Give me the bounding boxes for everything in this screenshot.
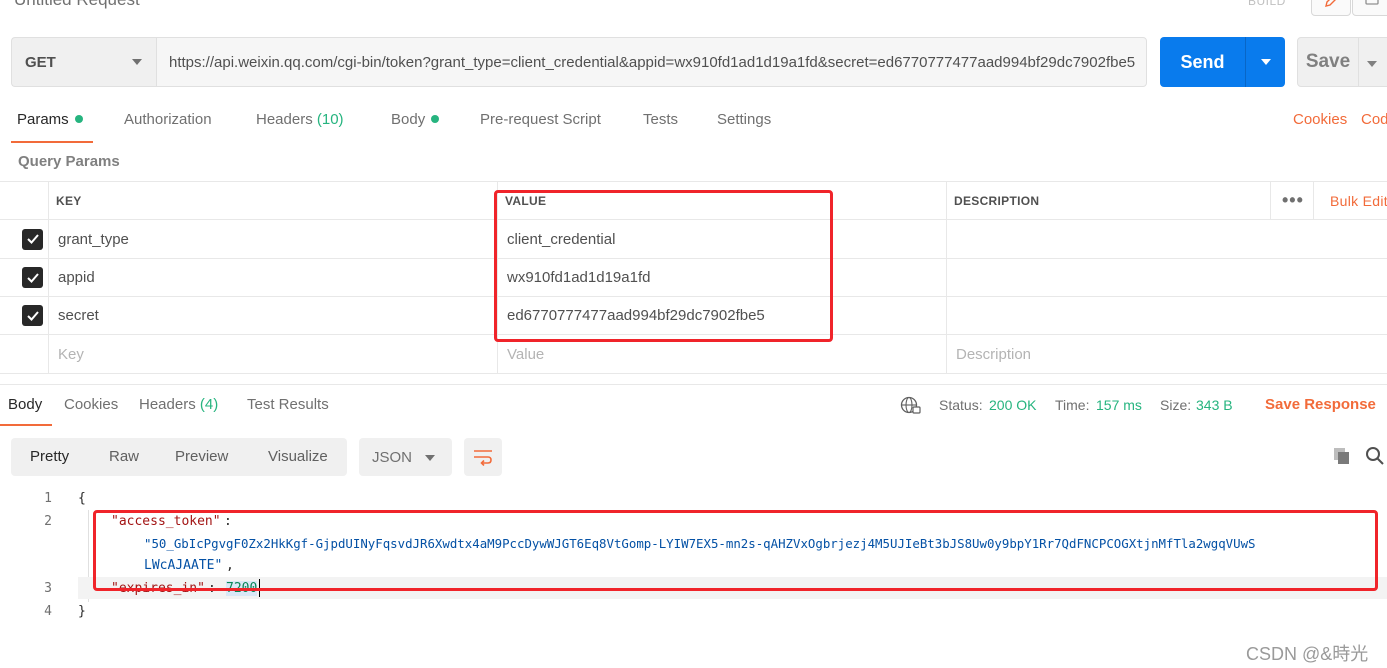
tab-body-label: Body: [391, 111, 426, 128]
tab-pre-request-script[interactable]: Pre-request Script: [480, 111, 601, 128]
send-options-button[interactable]: [1246, 59, 1285, 65]
send-button[interactable]: Send: [1160, 37, 1285, 87]
format-label: JSON: [372, 448, 413, 466]
check-icon: [26, 234, 39, 244]
param-key-cell[interactable]: grant_type: [58, 220, 129, 258]
save-button[interactable]: Save: [1297, 37, 1387, 87]
chevron-down-icon: [1260, 59, 1271, 65]
response-tab-cookies[interactable]: Cookies: [64, 396, 118, 413]
chevron-down-icon: [1367, 61, 1377, 67]
save-response-button[interactable]: Save Response: [1265, 396, 1387, 413]
status-dot-icon: [74, 115, 83, 124]
view-mode-selector: Pretty Raw Preview Visualize: [11, 438, 347, 476]
tab-headers[interactable]: Headers (10): [256, 111, 344, 128]
watermark: CSDN @&時光: [1246, 644, 1369, 664]
save-response-label: Save Response: [1265, 396, 1376, 413]
tab-tests[interactable]: Tests: [643, 111, 678, 128]
response-tab-test-results[interactable]: Test Results: [247, 396, 329, 413]
tab-authorization-label: Authorization: [124, 111, 212, 128]
key-column-header: KEY: [56, 193, 82, 208]
status-dot-icon: [431, 115, 440, 124]
cookies-link[interactable]: Cookies: [1293, 111, 1347, 128]
comments-button[interactable]: [1352, 0, 1387, 16]
chevron-down-icon: [425, 455, 435, 461]
time-value[interactable]: 157 ms: [1096, 397, 1142, 413]
check-icon: [26, 310, 39, 321]
response-tab-headers[interactable]: Headers (4): [139, 396, 218, 413]
copy-icon[interactable]: [1332, 446, 1352, 470]
view-preview[interactable]: Preview: [175, 448, 228, 465]
tab-settings[interactable]: Settings: [717, 111, 771, 128]
code-line: }: [78, 604, 86, 619]
more-options-icon[interactable]: •••: [1282, 182, 1304, 219]
wrap-icon: [474, 450, 492, 466]
tab-authorization[interactable]: Authorization: [124, 111, 212, 128]
row-checkbox[interactable]: [22, 267, 43, 288]
send-label: Send: [1180, 51, 1225, 72]
tab-settings-label: Settings: [717, 111, 772, 128]
highlight-box: [494, 190, 833, 342]
new-description-input[interactable]: Description: [956, 335, 1031, 373]
line-number: 4: [44, 604, 52, 619]
status-value[interactable]: 200 OK: [989, 397, 1036, 413]
view-raw[interactable]: Raw: [109, 448, 139, 465]
method-select[interactable]: GET: [11, 37, 156, 87]
tab-body[interactable]: Body: [391, 111, 440, 128]
response-tab-body[interactable]: Body: [8, 396, 42, 413]
check-icon: [26, 272, 39, 283]
code-link[interactable]: Code: [1361, 111, 1387, 128]
status-label: Status:: [939, 397, 983, 413]
highlight-box: [93, 510, 1378, 591]
size-value[interactable]: 343 B: [1196, 397, 1233, 413]
row-checkbox[interactable]: [22, 228, 43, 250]
response-divider: [0, 384, 1387, 385]
save-options-button[interactable]: [1359, 51, 1377, 73]
param-key-cell[interactable]: appid: [58, 259, 95, 296]
edit-button[interactable]: [1311, 0, 1351, 16]
url-input[interactable]: https://api.weixin.qq.com/cgi-bin/token?…: [156, 37, 1147, 87]
time-label: Time:: [1055, 397, 1090, 413]
response-headers-label: Headers: [139, 396, 196, 413]
search-icon[interactable]: [1365, 446, 1385, 470]
size-label: Size:: [1160, 397, 1192, 413]
chevron-down-icon: [132, 59, 142, 65]
response-headers-count: (4): [199, 396, 219, 413]
view-visualize[interactable]: Visualize: [268, 448, 328, 465]
format-select[interactable]: JSON: [359, 438, 452, 476]
request-title[interactable]: Untitled Request: [14, 0, 140, 10]
build-label[interactable]: BUILD: [1248, 0, 1286, 8]
query-params-title: Query Params: [18, 153, 120, 170]
headers-count: (10): [316, 111, 344, 128]
line-number: 3: [44, 581, 52, 596]
tab-headers-label: Headers: [256, 111, 313, 128]
line-number: 2: [44, 514, 52, 529]
comment-icon: [1365, 0, 1379, 5]
bulk-edit-link[interactable]: Bulk Edit: [1330, 182, 1387, 219]
view-pretty[interactable]: Pretty: [30, 448, 69, 465]
method-label: GET: [25, 53, 56, 71]
code-line: {: [78, 491, 86, 506]
active-tab-indicator: [0, 424, 52, 426]
pencil-icon: [1325, 0, 1336, 7]
param-key-cell[interactable]: secret: [58, 297, 99, 334]
tab-params[interactable]: Params: [17, 111, 83, 128]
line-number: 1: [44, 491, 52, 506]
url-text: https://api.weixin.qq.com/cgi-bin/token?…: [169, 53, 1136, 71]
new-key-input[interactable]: Key: [58, 335, 84, 373]
network-icon[interactable]: [900, 396, 922, 420]
active-tab-indicator: [11, 141, 93, 143]
tab-pre-request-script-label: Pre-request Script: [480, 111, 601, 128]
description-column-header: DESCRIPTION: [954, 193, 1040, 208]
tab-tests-label: Tests: [643, 111, 679, 128]
tab-params-label: Params: [17, 111, 69, 128]
wrap-lines-button[interactable]: [464, 438, 502, 476]
save-label: Save: [1305, 51, 1351, 72]
row-checkbox[interactable]: [22, 305, 43, 326]
